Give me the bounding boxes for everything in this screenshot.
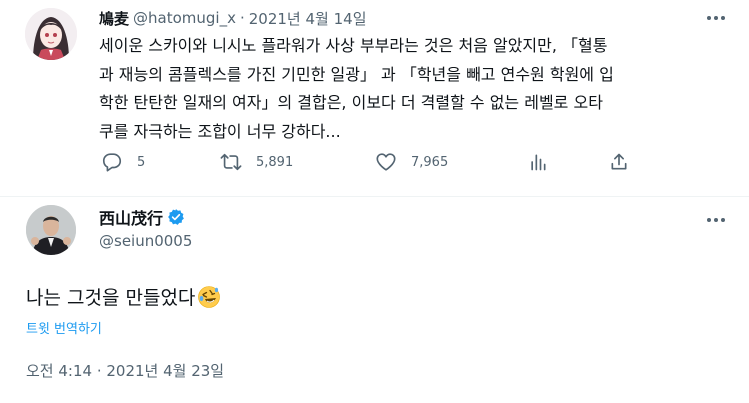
like-count: 7,965 — [411, 154, 449, 170]
reply-count: 5 — [137, 154, 146, 170]
name-line: 西山茂行 — [99, 206, 192, 228]
more-options-button[interactable] — [702, 8, 730, 28]
tweet-text: 나는 그것을 만들었다 — [26, 287, 196, 309]
verified-badge-icon[interactable] — [167, 208, 185, 226]
more-icon — [707, 16, 725, 20]
rolling-on-floor-laughing-emoji — [198, 285, 221, 308]
retweet-button[interactable]: 5,891 — [220, 148, 293, 176]
display-name[interactable]: 西山茂行 — [99, 205, 163, 229]
user-handle[interactable]: @seiun0005 — [99, 232, 192, 250]
user-handle[interactable]: @hatomugi_x — [133, 9, 236, 27]
analytics-icon — [531, 154, 546, 171]
quoted-tweet-header: 鳩麦 @hatomugi_x · 2021년 4월 14일 — [99, 6, 367, 30]
analytics-button[interactable] — [528, 148, 548, 176]
tweet-timestamp[interactable]: 오전 4:14 · 2021년 4월 23일 — [26, 360, 224, 381]
display-name[interactable]: 鳩麦 — [99, 8, 129, 29]
verified-icon — [168, 209, 184, 225]
retweet-icon — [220, 153, 242, 171]
tweet-action-bar: 5 5,891 7,965 — [99, 148, 639, 176]
quoted-tweet[interactable]: 鳩麦 @hatomugi_x · 2021년 4월 14일 세이운 스카이와 니… — [0, 0, 749, 197]
avatar[interactable] — [26, 205, 76, 255]
main-tweet-header: 西山茂行 @seiun0005 — [99, 206, 192, 250]
reply-icon — [102, 153, 122, 172]
profile-photo-image — [26, 205, 76, 255]
tweet-text-line: 쿠를 자극하는 조합이 너무 강하다... — [99, 121, 341, 141]
tweet-text-line: 학한 탄탄한 일재의 여자」의 결합은, 이보다 더 격렬할 수 없는 레벨로 … — [99, 93, 603, 112]
tweet-thread: 鳩麦 @hatomugi_x · 2021년 4월 14일 세이운 스카이와 니… — [0, 0, 749, 403]
anime-avatar-image — [25, 8, 77, 60]
tweet-text: 세이운 스카이와 니시노 플라워가 사상 부부라는 것은 처음 알았지만, 「혈… — [99, 32, 719, 146]
more-icon — [707, 218, 725, 222]
like-button[interactable]: 7,965 — [375, 148, 448, 176]
avatar[interactable] — [25, 8, 77, 60]
main-tweet-text: 나는 그것을 만들었다 — [26, 283, 221, 310]
tweet-text-line: 세이운 스카이와 니시노 플라워가 사상 부부라는 것은 처음 알았지만, 「혈… — [99, 36, 608, 55]
share-button[interactable] — [609, 148, 629, 176]
translate-tweet-link[interactable]: 트윗 번역하기 — [26, 318, 102, 337]
retweet-count: 5,891 — [256, 154, 294, 170]
tweet-text-line: 과 재능의 콤플렉스를 가진 기민한 일광」 과 「학년을 빼고 연수원 학원에… — [99, 64, 614, 84]
separator-dot: · — [239, 9, 245, 27]
reply-button[interactable]: 5 — [101, 148, 145, 176]
like-icon — [376, 153, 396, 171]
more-options-button[interactable] — [702, 210, 730, 230]
share-icon — [611, 153, 627, 170]
tweet-date[interactable]: 2021년 4월 14일 — [249, 8, 367, 29]
